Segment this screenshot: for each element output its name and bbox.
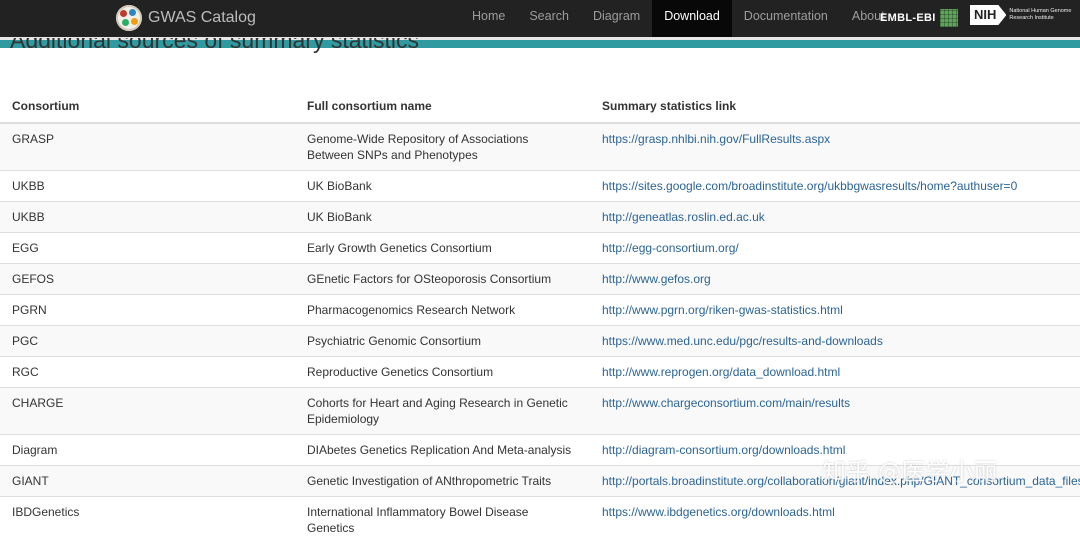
nav-diagram[interactable]: Diagram [581, 0, 652, 37]
table-row: UKBB UK BioBank https://sites.google.com… [0, 171, 1080, 202]
full-name-cell: International Inflammatory Bowel Disease… [295, 497, 590, 543]
table-row: GRASP Genome-Wide Repository of Associat… [0, 123, 1080, 171]
consortium-cell: GIANT [0, 466, 295, 497]
stats-link[interactable]: http://geneatlas.roslin.ed.ac.uk [602, 210, 765, 224]
consortium-cell: UKBB [0, 202, 295, 233]
stats-link[interactable]: https://www.med.unc.edu/pgc/results-and-… [602, 334, 883, 348]
nih-subtext: National Human Genome Research Institute [1009, 8, 1080, 22]
table-row: IBDGenetics International Inflammatory B… [0, 497, 1080, 543]
full-name-cell: Psychiatric Genomic Consortium [295, 326, 590, 357]
consortium-cell: GEFOS [0, 264, 295, 295]
link-cell: https://grasp.nhlbi.nih.gov/FullResults.… [590, 123, 1080, 171]
link-cell: https://www.med.unc.edu/pgc/results-and-… [590, 326, 1080, 357]
section-title: Additional sources of summary statistics [10, 38, 419, 58]
nav-menu: Home Search Diagram Download Documentati… [460, 0, 897, 37]
stats-link[interactable]: https://grasp.nhlbi.nih.gov/FullResults.… [602, 132, 830, 146]
table-row: GEFOS GEnetic Factors for OSteoporosis C… [0, 264, 1080, 295]
full-name-cell: UK BioBank [295, 202, 590, 233]
nih-logo[interactable]: NIH National Human Genome Research Insti… [970, 5, 1080, 25]
table-row: RGC Reproductive Genetics Consortium htt… [0, 357, 1080, 388]
stats-link[interactable]: http://www.chargeconsortium.com/main/res… [602, 396, 850, 410]
link-cell: https://www.ibdgenetics.org/downloads.ht… [590, 497, 1080, 543]
embl-ebi-label: EMBL-EBI [880, 12, 936, 24]
link-cell: http://egg-consortium.org/ [590, 233, 1080, 264]
stats-link[interactable]: http://www.reprogen.org/data_download.ht… [602, 365, 840, 379]
stats-link[interactable]: http://egg-consortium.org/ [602, 241, 739, 255]
brand[interactable]: GWAS Catalog [116, 3, 256, 33]
embl-ebi-logo[interactable]: EMBL-EBI [880, 9, 958, 27]
full-name-cell: GEnetic Factors for OSteoporosis Consort… [295, 264, 590, 295]
nav-home[interactable]: Home [460, 0, 517, 37]
link-cell: http://www.reprogen.org/data_download.ht… [590, 357, 1080, 388]
consortium-cell: IBDGenetics [0, 497, 295, 543]
full-name-cell: DIAbetes Genetics Replication And Meta-a… [295, 435, 590, 466]
consortium-cell: EGG [0, 233, 295, 264]
table-row: CHARGE Cohorts for Heart and Aging Resea… [0, 388, 1080, 435]
consortium-cell: PGC [0, 326, 295, 357]
table-header-row: Consortium Full consortium name Summary … [0, 89, 1080, 123]
nav-documentation[interactable]: Documentation [732, 0, 840, 37]
consortium-cell: RGC [0, 357, 295, 388]
nih-badge: NIH [970, 5, 1006, 25]
section-title-text: Additional sources of summary statistics [10, 38, 419, 53]
full-name-cell: Pharmacogenomics Research Network [295, 295, 590, 326]
link-cell: http://www.chargeconsortium.com/main/res… [590, 388, 1080, 435]
gwas-logo-icon [116, 5, 142, 31]
link-cell: http://geneatlas.roslin.ed.ac.uk [590, 202, 1080, 233]
header-consortium: Consortium [0, 89, 295, 123]
table-row: EGG Early Growth Genetics Consortium htt… [0, 233, 1080, 264]
watermark: 知乎 @医学小丽 [822, 452, 998, 487]
stats-link[interactable]: http://www.gefos.org [602, 272, 711, 286]
consortium-cell: CHARGE [0, 388, 295, 435]
full-name-cell: UK BioBank [295, 171, 590, 202]
link-cell: http://www.pgrn.org/riken-gwas-statistic… [590, 295, 1080, 326]
full-name-cell: Genetic Investigation of ANthropometric … [295, 466, 590, 497]
consortium-cell: PGRN [0, 295, 295, 326]
table-row: PGRN Pharmacogenomics Research Network h… [0, 295, 1080, 326]
full-name-cell: Genome-Wide Repository of Associations B… [295, 123, 590, 171]
consortium-cell: Diagram [0, 435, 295, 466]
table-row: PGC Psychiatric Genomic Consortium https… [0, 326, 1080, 357]
consortium-cell: GRASP [0, 123, 295, 171]
ebi-cube-icon [940, 9, 958, 27]
full-name-cell: Cohorts for Heart and Aging Research in … [295, 388, 590, 435]
link-cell: https://sites.google.com/broadinstitute.… [590, 171, 1080, 202]
stats-link[interactable]: http://www.pgrn.org/riken-gwas-statistic… [602, 303, 843, 317]
header-full-name: Full consortium name [295, 89, 590, 123]
stats-link[interactable]: https://sites.google.com/broadinstitute.… [602, 179, 1017, 193]
stats-link[interactable]: https://www.ibdgenetics.org/downloads.ht… [602, 505, 835, 519]
full-name-cell: Reproductive Genetics Consortium [295, 357, 590, 388]
consortium-cell: UKBB [0, 171, 295, 202]
stats-link[interactable]: http://diagram-consortium.org/downloads.… [602, 443, 845, 457]
link-cell: http://www.gefos.org [590, 264, 1080, 295]
header-link: Summary statistics link [590, 89, 1080, 123]
brand-title: GWAS Catalog [148, 9, 256, 27]
table-row: UKBB UK BioBank http://geneatlas.roslin.… [0, 202, 1080, 233]
full-name-cell: Early Growth Genetics Consortium [295, 233, 590, 264]
nav-search[interactable]: Search [517, 0, 581, 37]
top-navbar: GWAS Catalog Home Search Diagram Downloa… [0, 0, 1080, 40]
nav-download[interactable]: Download [652, 0, 732, 37]
